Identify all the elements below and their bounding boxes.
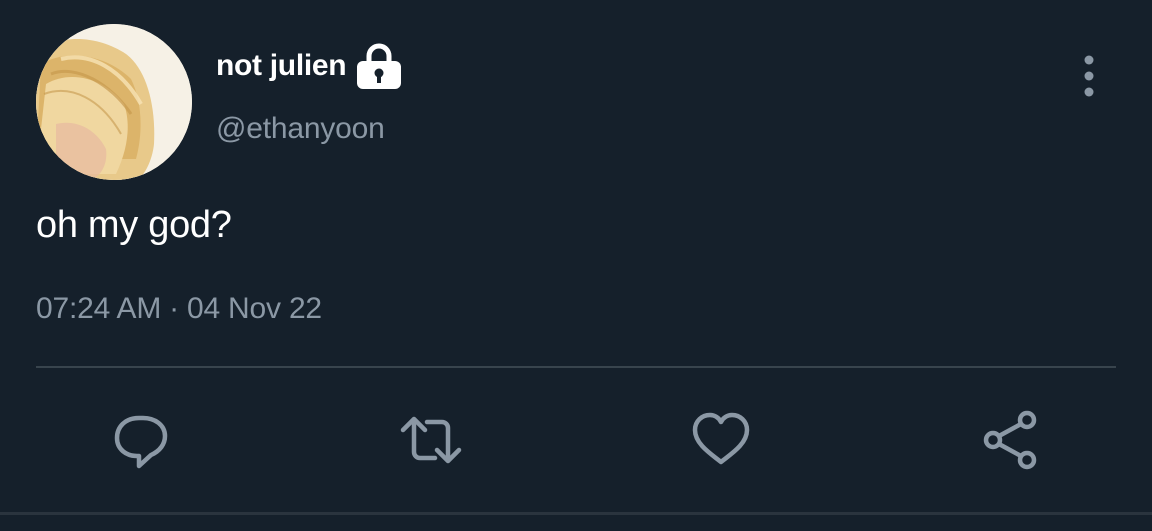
share-icon: [983, 410, 1037, 470]
share-button[interactable]: [975, 404, 1047, 476]
heart-icon: [692, 412, 750, 465]
more-vertical-icon[interactable]: [1073, 52, 1105, 100]
bottom-divider: [0, 512, 1152, 515]
reply-button[interactable]: [105, 404, 177, 476]
display-name-row: not julien: [216, 40, 402, 92]
display-name[interactable]: not julien: [216, 49, 347, 83]
lock-icon: [356, 42, 402, 90]
tweet-card: not julien @ethanyoon oh my god? 07:24 A…: [0, 0, 1152, 531]
divider: [36, 366, 1116, 368]
tweet-timestamp[interactable]: 07:24 AM · 04 Nov 22: [36, 292, 322, 326]
avatar[interactable]: [36, 24, 192, 180]
tweet-date: 04 Nov 22: [186, 292, 322, 325]
retweet-icon: [400, 416, 462, 464]
avatar-image: [36, 24, 192, 180]
reply-icon: [114, 415, 168, 469]
tweet-text: oh my god?: [36, 204, 232, 246]
tweet-time: 07:24 AM: [36, 292, 162, 325]
meta-separator: ·: [169, 292, 179, 325]
like-button[interactable]: [685, 404, 757, 476]
user-handle[interactable]: @ethanyoon: [216, 112, 385, 146]
retweet-button[interactable]: [395, 404, 467, 476]
